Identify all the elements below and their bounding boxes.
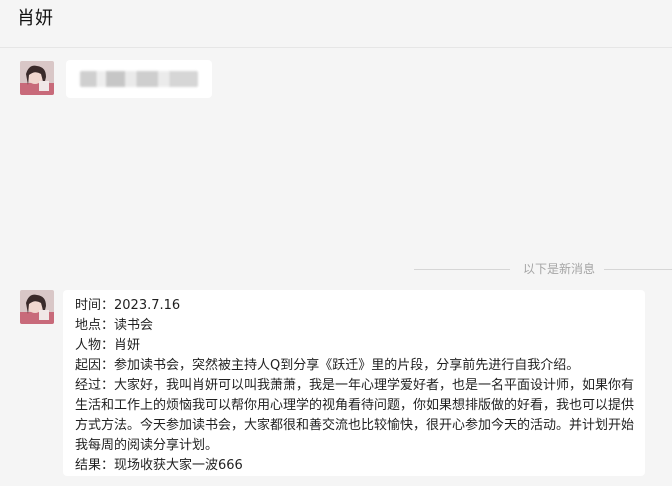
avatar[interactable] bbox=[20, 290, 54, 324]
avatar-image bbox=[20, 290, 54, 324]
divider-line-left bbox=[414, 269, 510, 270]
message-line-time: 时间：2023.7.16 bbox=[75, 298, 181, 313]
message-text: 时间：2023.7.16 地点：读书会 人物：肖妍 起因：参加读书会，突然被主持… bbox=[75, 296, 643, 476]
blurred-text bbox=[80, 71, 198, 87]
message-line-cause: 起因：参加读书会，突然被主持人Q到分享《跃迁》里的片段，分享前先进行自我介绍。 bbox=[75, 358, 580, 373]
new-messages-label: 以下是新消息 bbox=[523, 262, 596, 276]
avatar-image bbox=[20, 61, 54, 95]
message-line-result: 结果：现场收获大家一波666 bbox=[75, 458, 243, 473]
message-line-person: 人物：肖妍 bbox=[75, 338, 141, 353]
message-line-process: 经过：大家好，我叫肖妍可以叫我萧萧，我是一年心理学爱好者，也是一名平面设计师，如… bbox=[75, 378, 635, 453]
chat-header: 肖妍 bbox=[0, 0, 672, 48]
divider-line-right bbox=[604, 269, 672, 270]
message-line-place: 地点：读书会 bbox=[75, 318, 154, 333]
message-bubble-blurred[interactable] bbox=[66, 60, 212, 98]
new-messages-divider: 以下是新消息 bbox=[414, 260, 672, 278]
chat-title: 肖妍 bbox=[17, 8, 53, 29]
avatar[interactable] bbox=[20, 61, 54, 95]
